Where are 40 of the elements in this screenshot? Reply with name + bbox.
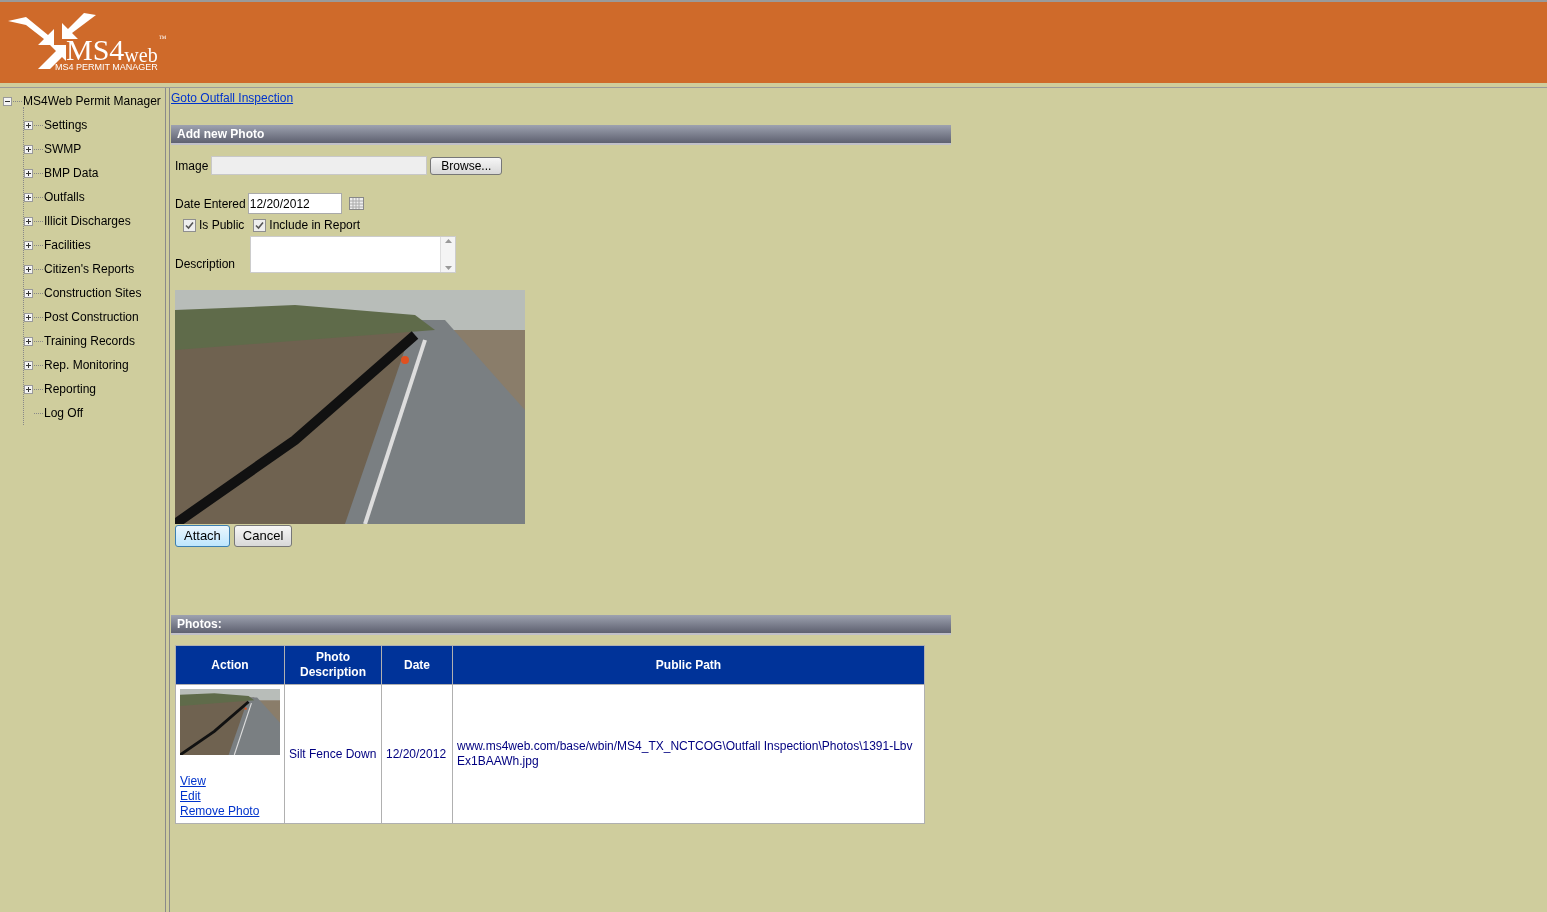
tree-item[interactable]: Post Construction [44, 308, 139, 326]
field-label: Image [175, 157, 209, 175]
date-field[interactable]: 12/20/2012 [247, 193, 342, 214]
tree-item[interactable]: Settings [44, 116, 88, 134]
action-link[interactable]: Remove Photo [180, 804, 260, 819]
field-label: Description [175, 256, 237, 273]
browse-button[interactable]: Browse... [430, 156, 503, 175]
column-header: Date [381, 645, 453, 685]
tree-item[interactable]: SWMP [44, 140, 82, 158]
tree-item[interactable]: Training Records [44, 332, 135, 350]
tree-item[interactable]: Citizen's Reports [44, 260, 135, 278]
checkbox-label: Is Public [199, 217, 245, 234]
tree-item[interactable]: Facilities [44, 236, 91, 254]
table-cell: 12/20/2012 [381, 684, 453, 824]
table-cell: Silt Fence Down [284, 684, 382, 824]
column-header: Public Path [452, 645, 925, 685]
action-link[interactable]: View [180, 774, 206, 789]
tree-item[interactable]: Construction Sites [44, 284, 142, 302]
tree-item[interactable]: Reporting [44, 380, 97, 398]
tree-item[interactable]: Outfalls [44, 188, 85, 206]
column-header: Photo Description [284, 645, 382, 685]
table-cell: www.ms4web.com/base/wbin/MS4_TX_NCTCOG\Outfall Inspection\Photos\1391-LbvEx1BAAWh.jpg [452, 684, 925, 824]
logo-subtitle: MS4 PERMIT MANAGER [55, 63, 158, 72]
tree-item[interactable]: Illicit Discharges [44, 212, 131, 230]
field-label: Date Entered [175, 195, 246, 213]
logo-text: MS4 [66, 35, 125, 65]
checkbox-label: Include in Report [269, 217, 361, 234]
tree-item[interactable]: Rep. Monitoring [44, 356, 129, 374]
logo-suffix: web [124, 45, 158, 65]
column-header: Action [175, 645, 285, 685]
tree-item[interactable]: BMP Data [44, 164, 99, 182]
tree-item[interactable]: MS4Web Permit Manager [23, 92, 161, 110]
section-header: Add new Photo [171, 125, 951, 145]
attach-button[interactable]: Attach [175, 525, 230, 547]
goto-link[interactable]: Goto Outfall Inspection [171, 89, 1547, 107]
tree-item[interactable]: Log Off [44, 404, 84, 422]
trademark: ™ [158, 35, 167, 43]
action-link[interactable]: Edit [180, 789, 201, 804]
cancel-button[interactable]: Cancel [233, 525, 293, 547]
section-header: Photos: [171, 615, 951, 635]
